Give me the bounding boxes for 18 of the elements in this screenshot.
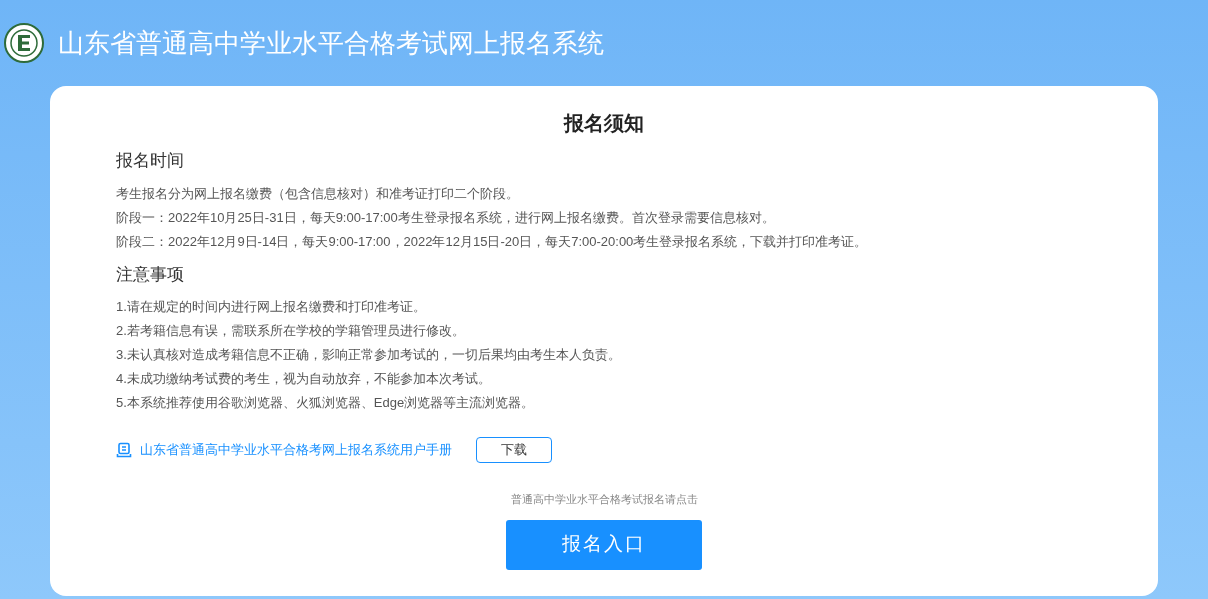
emblem-icon xyxy=(4,23,44,63)
section-heading: 报名时间 xyxy=(116,150,185,172)
section-heading: 注意事项 xyxy=(116,263,185,286)
notice-line: 1.请在规定的时间内进行网上报名缴费和打印准考证。 xyxy=(116,298,427,316)
notice-title: 报名须知 xyxy=(562,111,645,136)
download-button[interactable]: 下载 xyxy=(476,437,552,463)
notice-line: 阶段二：2022年12月9日-14日，每天9:00-17:00，2022年12月15日-20日，每天7:00-20:00考生登录报名系统，下载并打印准考证。 xyxy=(116,232,869,251)
manual-link[interactable]: 山东省普通高中学业水平合格考网上报名系统用户手册 xyxy=(116,440,452,460)
document-icon xyxy=(116,442,132,458)
notice-line: 2.若考籍信息有误，需联系所在学校的学籍管理员进行修改。 xyxy=(116,322,466,340)
notice-line: 阶段一：2022年10月25日-31日，每天9:00-17:00考生登录报名系统，进行网上报名缴费。首次登录需要信息核对。 xyxy=(116,208,776,227)
notice-line: 考生报名分为网上报名缴费（包含信息核对）和准考证打印二个阶段。 xyxy=(116,184,520,203)
entry-hint: 普通高中学业水平合格考试报名请点击 xyxy=(510,492,698,507)
site-title: 山东省普通高中学业水平合格考试网上报名系统 xyxy=(58,26,604,60)
notice-line: 5.本系统推荐使用谷歌浏览器、火狐浏览器、Edge浏览器等主流浏览器。 xyxy=(116,394,536,412)
notice-line: 3.未认真核对造成考籍信息不正确，影响正常参加考试的，一切后果均由考生本人负责。 xyxy=(116,346,622,364)
notice-line: 4.未成功缴纳考试费的考生，视为自动放弃，不能参加本次考试。 xyxy=(116,370,492,388)
entry-button[interactable]: 报名入口 xyxy=(506,519,702,570)
